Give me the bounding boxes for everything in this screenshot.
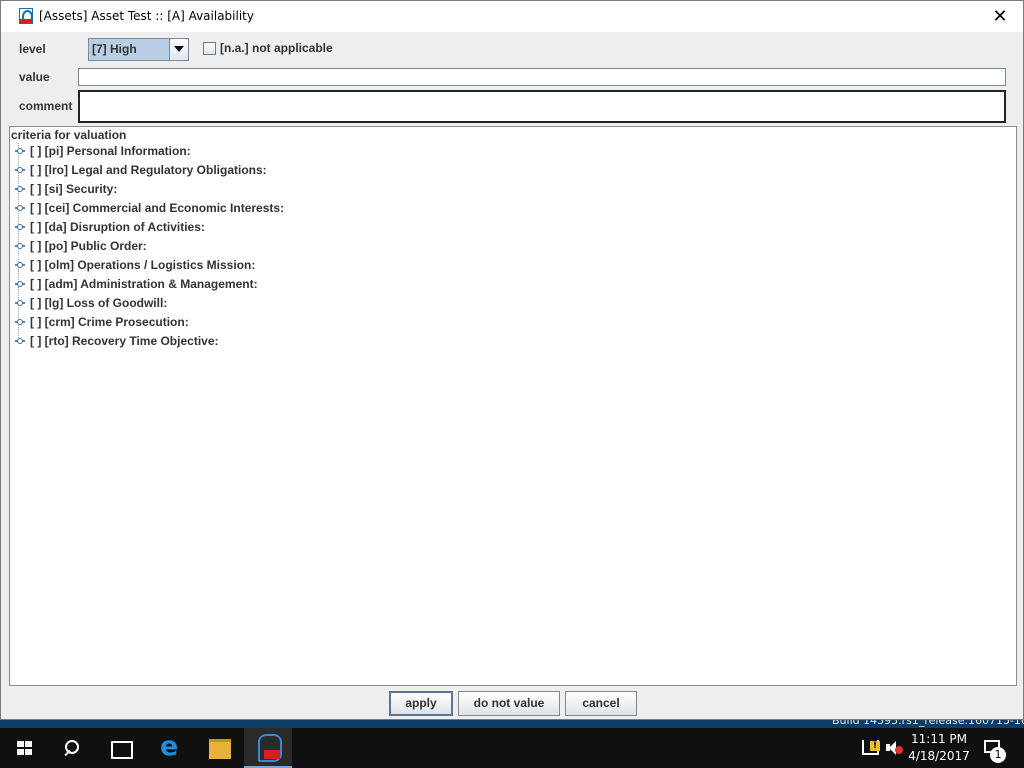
criteria-tree[interactable]: criteria for valuation [ ] [pi] Personal… bbox=[9, 126, 1017, 686]
level-selected-value: [7] High bbox=[92, 42, 137, 56]
comment-input[interactable] bbox=[78, 90, 1006, 123]
search-icon[interactable] bbox=[48, 728, 96, 768]
criteria-item-label: [ ] [lg] Loss of Goodwill: bbox=[30, 296, 168, 310]
criteria-tree-root: criteria for valuation bbox=[11, 128, 127, 142]
tree-expand-handle-icon[interactable] bbox=[15, 186, 25, 192]
criteria-item-label: [ ] [lro] Legal and Regulatory Obligatio… bbox=[30, 163, 267, 177]
tree-expand-handle-icon[interactable] bbox=[15, 205, 25, 211]
windows-start-icon[interactable] bbox=[0, 728, 48, 768]
criteria-item-lro[interactable]: [ ] [lro] Legal and Regulatory Obligatio… bbox=[15, 163, 615, 179]
verinice-taskbar-icon[interactable] bbox=[244, 728, 292, 768]
not-applicable-label[interactable]: [n.a.] not applicable bbox=[220, 41, 333, 55]
task-view-icon[interactable] bbox=[96, 728, 144, 768]
tree-expand-handle-icon[interactable] bbox=[15, 319, 25, 325]
criteria-item-olm[interactable]: [ ] [olm] Operations / Logistics Mission… bbox=[15, 258, 615, 274]
criteria-item-label: [ ] [si] Security: bbox=[30, 182, 118, 196]
criteria-item-label: [ ] [cei] Commercial and Economic Intere… bbox=[30, 201, 285, 215]
criteria-item-si[interactable]: [ ] [si] Security: bbox=[15, 182, 615, 198]
criteria-item-da[interactable]: [ ] [da] Disruption of Activities: bbox=[15, 220, 615, 236]
criteria-item-pi[interactable]: [ ] [pi] Personal Information: bbox=[15, 144, 615, 160]
close-button[interactable]: ✕ bbox=[977, 1, 1023, 32]
criteria-item-cei[interactable]: [ ] [cei] Commercial and Economic Intere… bbox=[15, 201, 615, 217]
window-title: [Assets] Asset Test :: [A] Availability bbox=[39, 9, 254, 23]
criteria-item-label: [ ] [po] Public Order: bbox=[30, 239, 147, 253]
tree-expand-handle-icon[interactable] bbox=[15, 243, 25, 249]
notification-count-badge: 1 bbox=[990, 747, 1006, 763]
comment-label: comment bbox=[19, 99, 73, 113]
criteria-item-label: [ ] [olm] Operations / Logistics Mission… bbox=[30, 258, 256, 272]
clock-date[interactable]: 4/18/2017 bbox=[900, 749, 978, 763]
criteria-item-rto[interactable]: [ ] [rto] Recovery Time Objective: bbox=[15, 334, 615, 350]
criteria-item-label: [ ] [da] Disruption of Activities: bbox=[30, 220, 205, 234]
tree-expand-handle-icon[interactable] bbox=[15, 338, 25, 344]
apply-button[interactable]: apply bbox=[389, 691, 453, 716]
level-label: level bbox=[19, 42, 46, 56]
taskbar: 11:11 PM 4/18/2017 1 bbox=[0, 728, 1024, 768]
valuation-dialog: [Assets] Asset Test :: [A] Availability … bbox=[0, 0, 1024, 720]
criteria-item-label: [ ] [crm] Crime Prosecution: bbox=[30, 315, 189, 329]
network-warning-icon[interactable] bbox=[862, 740, 880, 755]
tree-expand-handle-icon[interactable] bbox=[15, 148, 25, 154]
do-not-value-button[interactable]: do not value bbox=[458, 691, 560, 716]
value-input[interactable] bbox=[78, 68, 1006, 86]
not-applicable-checkbox[interactable] bbox=[203, 42, 216, 55]
tree-expand-handle-icon[interactable] bbox=[15, 262, 25, 268]
clock-time[interactable]: 11:11 PM bbox=[900, 732, 978, 746]
criteria-item-adm[interactable]: [ ] [adm] Administration & Management: bbox=[15, 277, 615, 293]
criteria-item-lg[interactable]: [ ] [lg] Loss of Goodwill: bbox=[15, 296, 615, 312]
verinice-app-icon bbox=[19, 8, 33, 24]
criteria-item-crm[interactable]: [ ] [crm] Crime Prosecution: bbox=[15, 315, 615, 331]
tree-expand-handle-icon[interactable] bbox=[15, 167, 25, 173]
criteria-item-label: [ ] [rto] Recovery Time Objective: bbox=[30, 334, 219, 348]
file-explorer-icon[interactable] bbox=[196, 728, 244, 768]
cancel-button[interactable]: cancel bbox=[565, 691, 637, 716]
criteria-item-label: [ ] [adm] Administration & Management: bbox=[30, 277, 258, 291]
chevron-down-icon[interactable] bbox=[169, 39, 188, 60]
value-label: value bbox=[19, 70, 50, 84]
title-bar[interactable]: [Assets] Asset Test :: [A] Availability … bbox=[1, 1, 1023, 32]
level-select[interactable]: [7] High bbox=[88, 38, 189, 61]
internet-explorer-icon[interactable] bbox=[148, 728, 196, 768]
tree-expand-handle-icon[interactable] bbox=[15, 300, 25, 306]
criteria-item-label: [ ] [pi] Personal Information: bbox=[30, 144, 191, 158]
tree-expand-handle-icon[interactable] bbox=[15, 281, 25, 287]
tree-expand-handle-icon[interactable] bbox=[15, 224, 25, 230]
criteria-item-po[interactable]: [ ] [po] Public Order: bbox=[15, 239, 615, 255]
